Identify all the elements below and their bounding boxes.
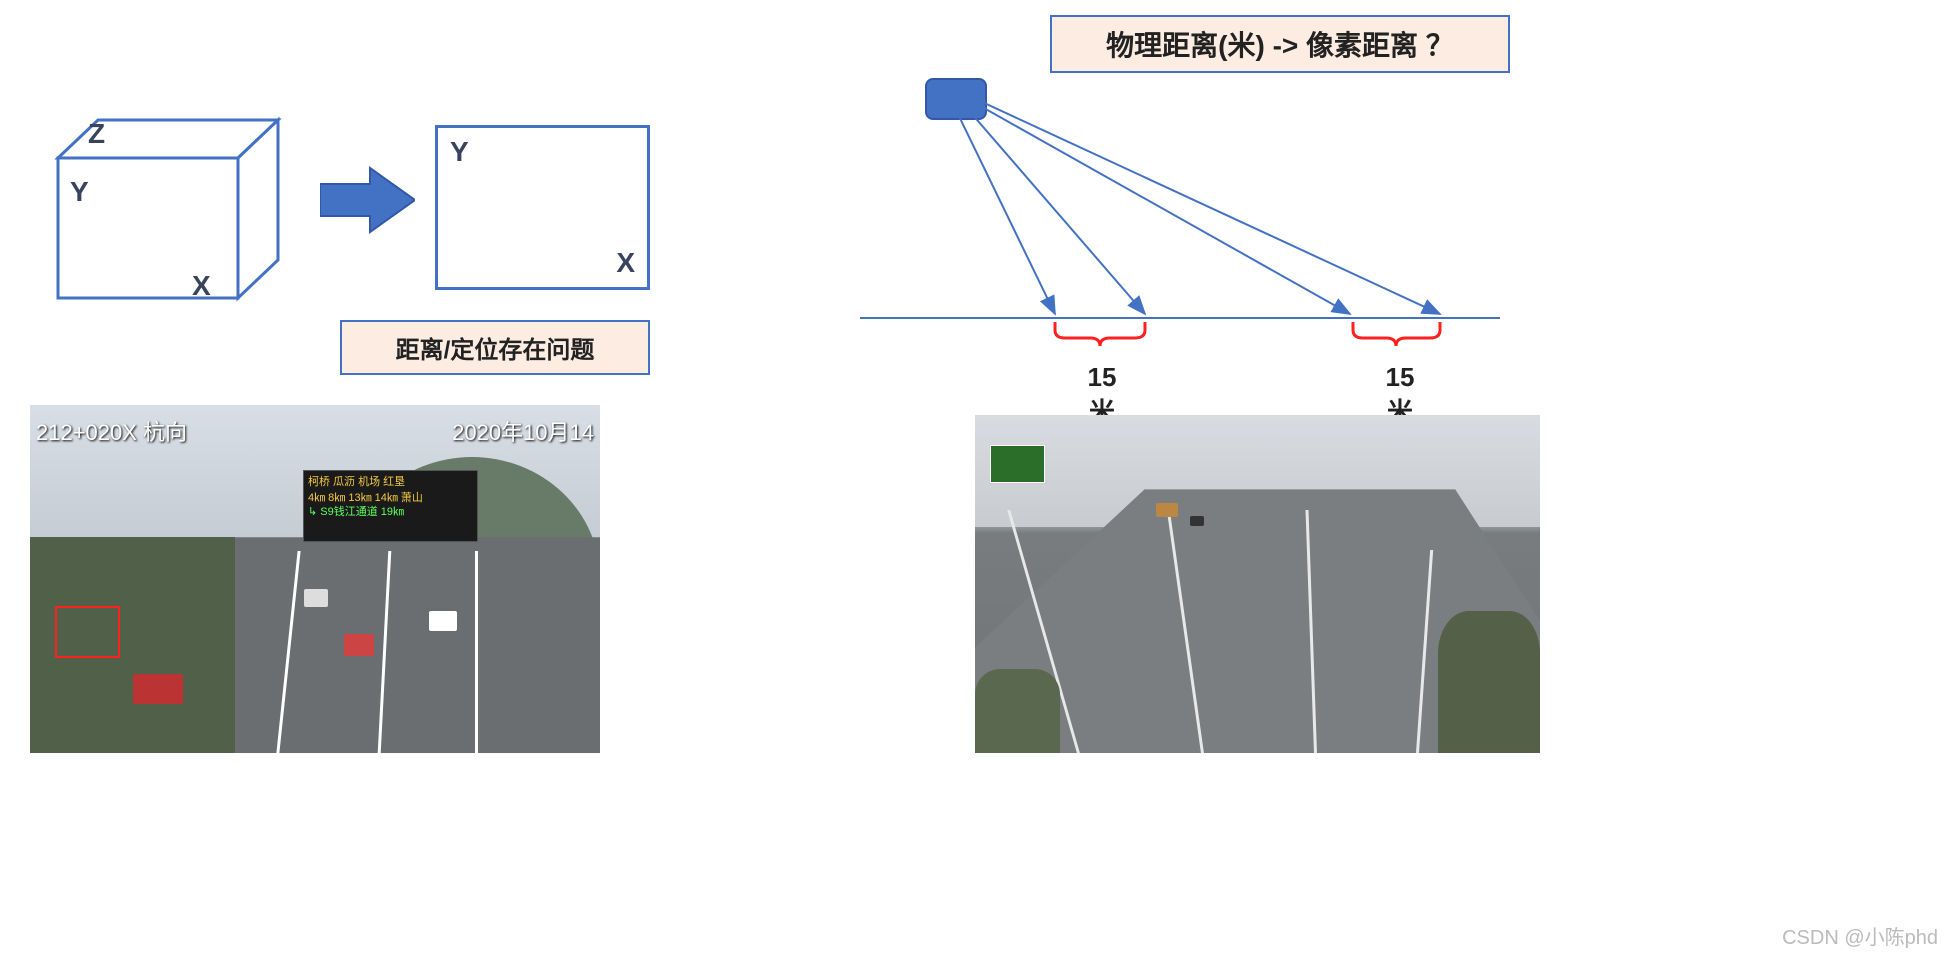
bush-right (1438, 611, 1540, 753)
lane-line (475, 551, 478, 753)
highway-sign: 柯桥 瓜沥 机场 红垦 4㎞ 8㎞ 13㎞ 14㎞ 萧山 ↳ S9钱江通道 19… (303, 470, 478, 542)
detection-box (55, 606, 120, 658)
cube-3d: Z Y X (30, 100, 290, 310)
vehicle (429, 611, 457, 631)
question-label-box: 物理距离(米) -> 像素距离 ？ (1050, 15, 1510, 73)
vehicle (344, 634, 374, 656)
watermark: CSDN @小陈phd (1782, 921, 1938, 950)
distance-2-value: 15 (1376, 362, 1424, 393)
sign-row2: 4㎞ 8㎞ 13㎞ 14㎞ 萧山 (308, 489, 473, 505)
distance-1-value: 15 (1078, 362, 1126, 393)
highway-sign-small (990, 445, 1045, 483)
vehicle (133, 674, 183, 704)
photo-highway-right (975, 415, 1540, 753)
vehicle (1190, 516, 1204, 526)
vehicle (304, 589, 328, 607)
cube-z-label: Z (88, 118, 105, 150)
photo-overlay-left: 212+020X 杭向 (36, 415, 187, 447)
problem-label-box: 距离/定位存在问题 (340, 320, 650, 375)
cube-x-label: X (192, 270, 211, 302)
question-label-text: 物理距离(米) -> 像素距离 ？ (1106, 24, 1454, 64)
cube-y-label: Y (70, 176, 89, 208)
photo-overlay-right: 2020年10月14 (452, 415, 594, 447)
photo-highway-left: 212+020X 杭向 2020年10月14 柯桥 瓜沥 机场 红垦 4㎞ 8㎞… (30, 405, 600, 753)
sign-row3: ↳ S9钱江通道 19㎞ (308, 505, 473, 519)
problem-label-text: 距离/定位存在问题 (396, 330, 595, 365)
cube-shape (30, 100, 290, 310)
perspective-diagram (860, 78, 1500, 348)
rect-x-label: X (616, 247, 635, 279)
arrow-right-icon (320, 160, 415, 240)
sign-row1: 柯桥 瓜沥 机场 红垦 (308, 475, 473, 489)
bush-left (975, 669, 1060, 754)
vehicle (1156, 503, 1178, 517)
rect-y-label: Y (450, 136, 469, 168)
rect-2d: Y X (435, 125, 650, 290)
